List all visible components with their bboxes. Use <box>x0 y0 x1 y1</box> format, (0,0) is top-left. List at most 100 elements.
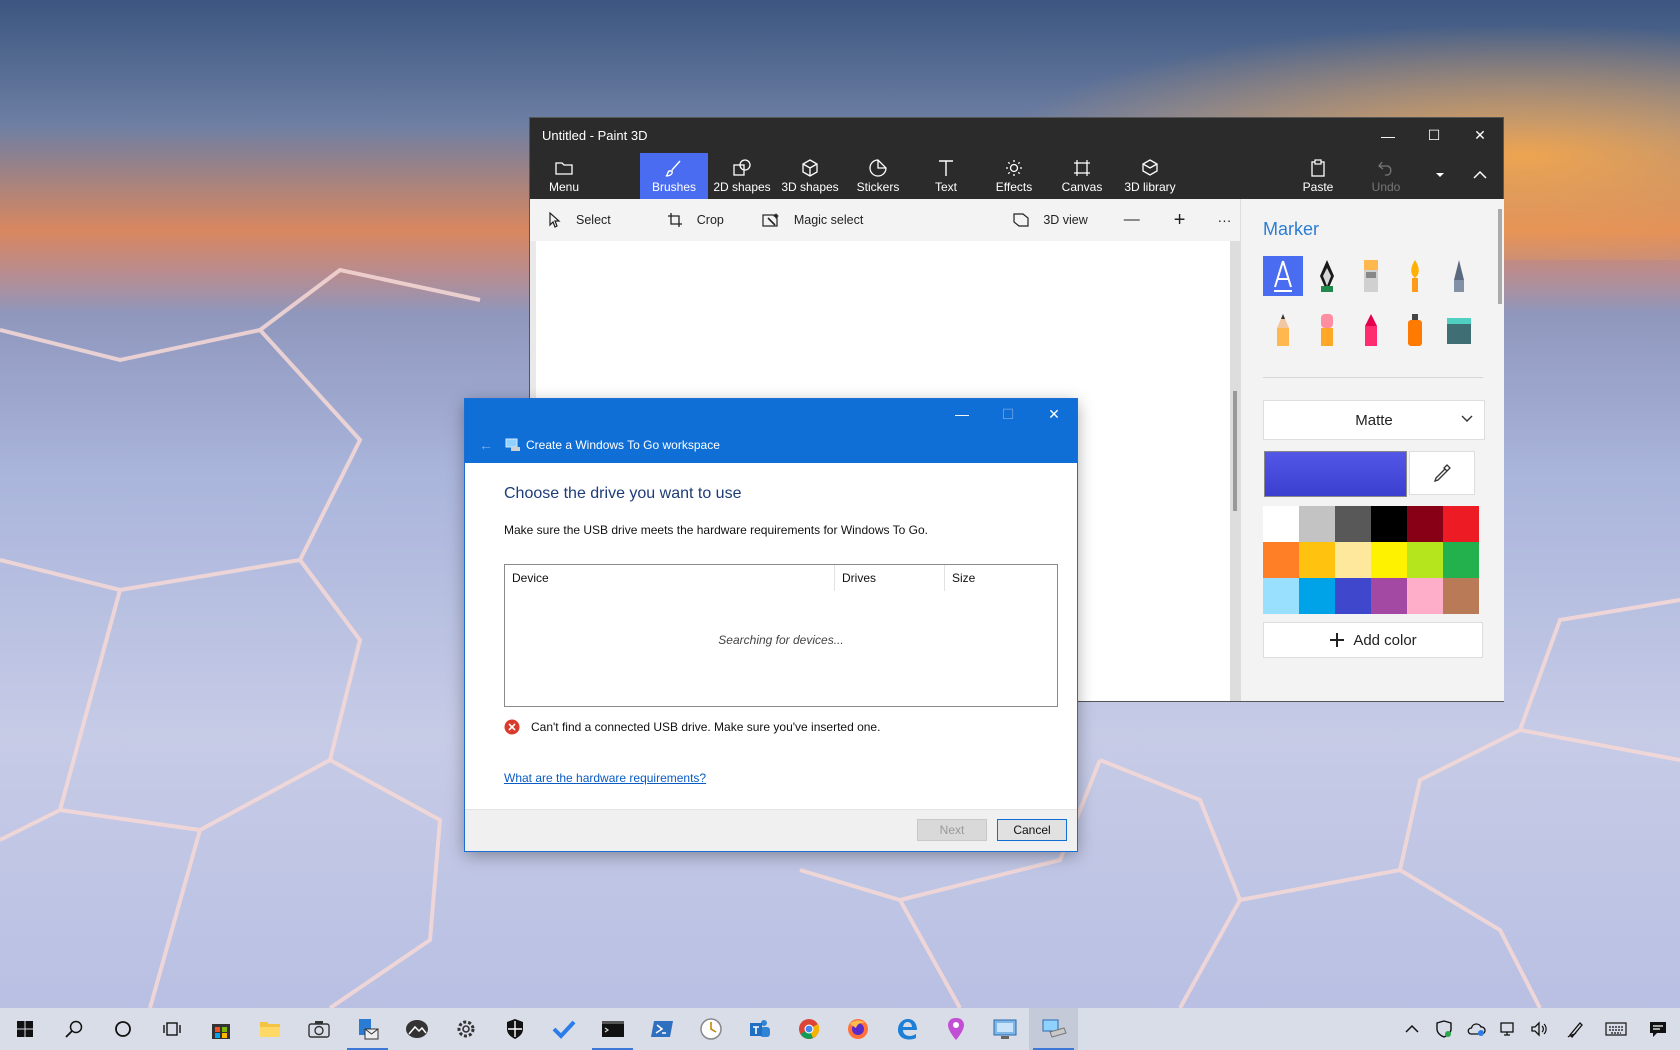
stickers-button[interactable]: Stickers <box>844 153 912 199</box>
todo-app[interactable] <box>539 1008 588 1050</box>
canvas-scrollbar[interactable] <box>1230 241 1240 701</box>
tray-pen[interactable] <box>1556 1008 1596 1050</box>
show-hidden-icons-button[interactable] <box>1396 1008 1428 1050</box>
color-swatch[interactable] <box>1299 506 1335 542</box>
paint3d-titlebar[interactable]: Untitled - Paint 3D — ☐ ✕ <box>530 118 1503 153</box>
remote-desktop-app[interactable] <box>980 1008 1029 1050</box>
side-panel-scrollbar[interactable] <box>1498 209 1502 304</box>
camera-app[interactable] <box>294 1008 343 1050</box>
firefox-app[interactable] <box>833 1008 882 1050</box>
more-options-button[interactable]: ··· <box>1217 212 1231 228</box>
magic-select-tool[interactable]: Magic select <box>762 212 863 228</box>
maximize-button[interactable]: ☐ <box>1411 118 1457 153</box>
column-drives[interactable]: Drives <box>835 565 945 591</box>
back-arrow-icon[interactable]: ← <box>479 437 493 453</box>
device-list[interactable]: Device Drives Size Searching for devices… <box>504 564 1058 707</box>
3d-library-button[interactable]: 3D library <box>1116 153 1184 199</box>
current-color-swatch[interactable] <box>1264 451 1407 497</box>
add-color-button[interactable]: Add color <box>1263 622 1483 658</box>
settings-app[interactable] <box>441 1008 490 1050</box>
3d-view-toggle[interactable]: 3D view <box>1013 212 1088 228</box>
color-swatch[interactable] <box>1263 542 1299 578</box>
dialog-close-button[interactable]: ✕ <box>1031 399 1077 429</box>
tray-network[interactable] <box>1492 1008 1524 1050</box>
pixel-pen-brush[interactable] <box>1439 256 1479 296</box>
eraser-brush[interactable] <box>1307 310 1347 350</box>
photos-app[interactable] <box>392 1008 441 1050</box>
windows-security-app[interactable] <box>490 1008 539 1050</box>
teams-app[interactable] <box>735 1008 784 1050</box>
oil-brush[interactable] <box>1351 256 1391 296</box>
select-tool[interactable]: Select <box>548 212 611 228</box>
search-button[interactable] <box>49 1008 98 1050</box>
task-view-button[interactable] <box>147 1008 196 1050</box>
cortana-button[interactable] <box>98 1008 147 1050</box>
eyedropper-button[interactable] <box>1409 451 1475 495</box>
color-swatch[interactable] <box>1299 578 1335 614</box>
column-device[interactable]: Device <box>505 565 835 591</box>
effects-button[interactable]: Effects <box>980 153 1048 199</box>
hardware-requirements-link[interactable]: What are the hardware requirements? <box>504 771 706 785</box>
zoom-in-button[interactable]: + <box>1174 209 1186 232</box>
crop-tool[interactable]: Crop <box>667 212 724 228</box>
column-size[interactable]: Size <box>945 565 1057 591</box>
tray-volume[interactable] <box>1524 1008 1556 1050</box>
crayon-brush[interactable] <box>1351 310 1391 350</box>
pencil-brush[interactable] <box>1263 310 1303 350</box>
store-app[interactable] <box>196 1008 245 1050</box>
menu-button[interactable]: Menu <box>530 153 598 199</box>
2d-shapes-button[interactable]: 2D shapes <box>708 153 776 199</box>
color-swatch[interactable] <box>1371 506 1407 542</box>
terminal-app[interactable] <box>588 1008 637 1050</box>
tray-keyboard[interactable] <box>1596 1008 1636 1050</box>
paste-button[interactable]: Paste <box>1284 153 1352 199</box>
color-swatch[interactable] <box>1299 542 1335 578</box>
history-dropdown-button[interactable] <box>1420 153 1460 199</box>
chrome-app[interactable] <box>784 1008 833 1050</box>
color-swatch[interactable] <box>1407 542 1443 578</box>
maps-app[interactable] <box>931 1008 980 1050</box>
color-swatch[interactable] <box>1263 578 1299 614</box>
fill-bucket-brush[interactable] <box>1439 310 1479 350</box>
tray-security[interactable] <box>1428 1008 1460 1050</box>
spray-can-brush[interactable] <box>1395 310 1435 350</box>
action-center-button[interactable] <box>1636 1008 1680 1050</box>
dialog-minimize-button[interactable]: — <box>939 399 985 429</box>
edge-app[interactable] <box>882 1008 931 1050</box>
close-button[interactable]: ✕ <box>1457 118 1503 153</box>
brushes-button[interactable]: Brushes <box>640 153 708 199</box>
next-button[interactable]: Next <box>917 819 987 841</box>
file-explorer-app[interactable] <box>245 1008 294 1050</box>
text-button[interactable]: Text <box>912 153 980 199</box>
mail-app[interactable] <box>343 1008 392 1050</box>
undo-button[interactable]: Undo <box>1352 153 1420 199</box>
dialog-titlebar[interactable]: — ☐ ✕ ← Create a Windows To Go workspace <box>465 399 1077 463</box>
watercolor-brush[interactable] <box>1395 256 1435 296</box>
scrollbar-thumb[interactable] <box>1233 391 1237 511</box>
clock-app[interactable] <box>686 1008 735 1050</box>
minimize-button[interactable]: — <box>1365 118 1411 153</box>
collapse-toolbar-button[interactable] <box>1460 153 1500 199</box>
color-swatch[interactable] <box>1443 578 1479 614</box>
start-button[interactable] <box>0 1008 49 1050</box>
marker-brush[interactable] <box>1263 256 1303 296</box>
3d-shapes-button[interactable]: 3D shapes <box>776 153 844 199</box>
zoom-out-button[interactable]: — <box>1124 211 1140 229</box>
color-swatch[interactable] <box>1443 542 1479 578</box>
cancel-button[interactable]: Cancel <box>997 819 1067 841</box>
color-swatch[interactable] <box>1263 506 1299 542</box>
color-swatch[interactable] <box>1407 506 1443 542</box>
tray-onedrive[interactable] <box>1460 1008 1492 1050</box>
color-swatch[interactable] <box>1335 542 1371 578</box>
powershell-app[interactable] <box>637 1008 686 1050</box>
finish-dropdown[interactable]: Matte <box>1263 400 1485 440</box>
color-swatch[interactable] <box>1371 542 1407 578</box>
windows-to-go-app[interactable] <box>1029 1008 1078 1050</box>
color-swatch[interactable] <box>1443 506 1479 542</box>
color-swatch[interactable] <box>1371 578 1407 614</box>
color-swatch[interactable] <box>1407 578 1443 614</box>
color-swatch[interactable] <box>1335 506 1371 542</box>
color-swatch[interactable] <box>1335 578 1371 614</box>
calligraphy-pen-brush[interactable] <box>1307 256 1347 296</box>
canvas-button[interactable]: Canvas <box>1048 153 1116 199</box>
